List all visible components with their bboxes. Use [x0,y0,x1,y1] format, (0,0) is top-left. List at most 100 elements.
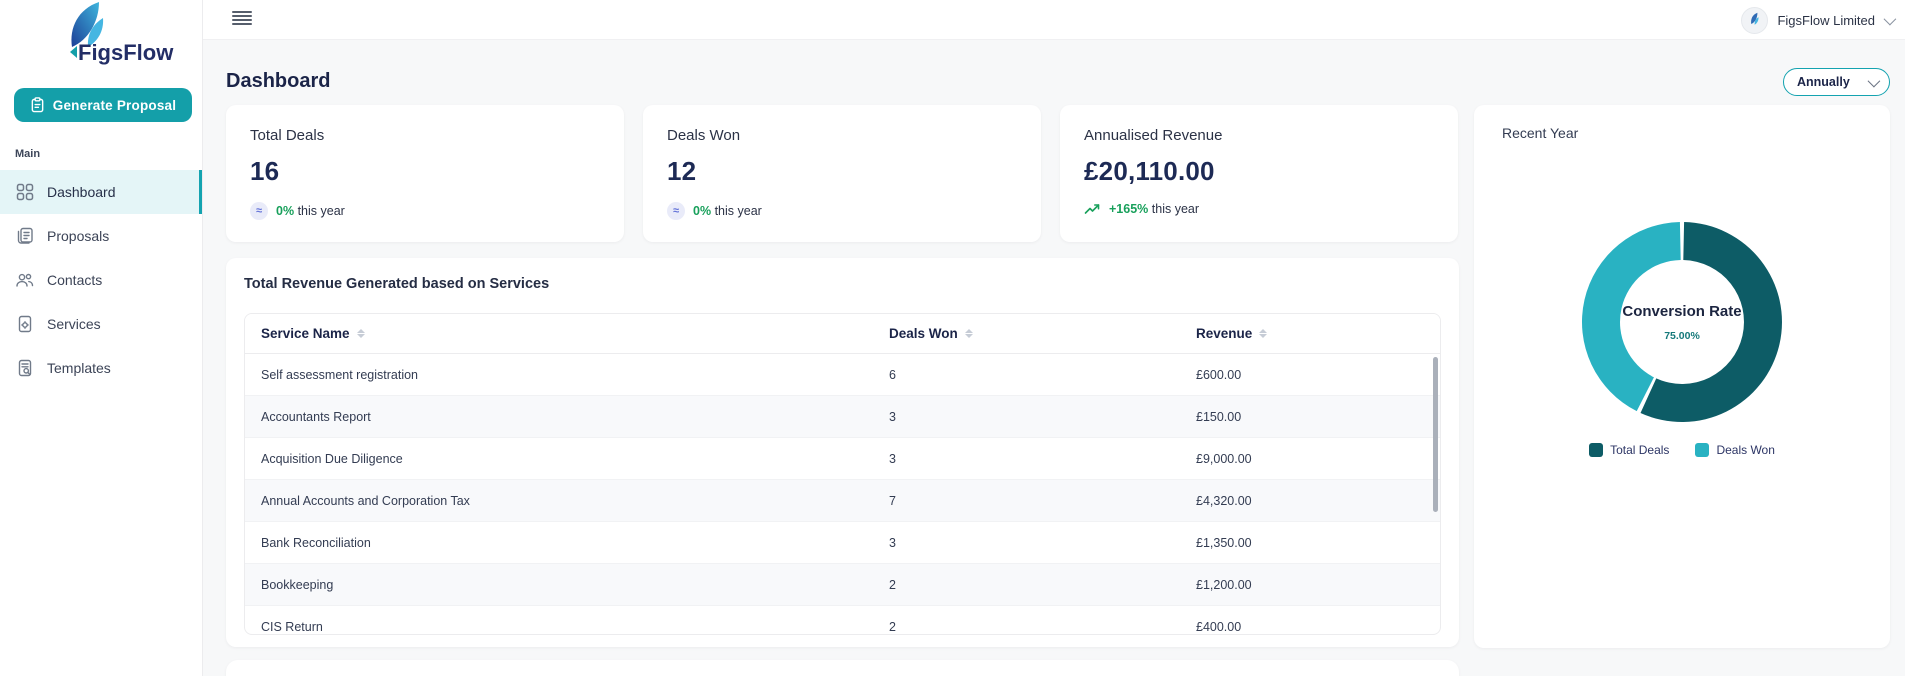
sidebar-item-label: Dashboard [47,184,116,200]
people-icon [15,271,34,290]
services-table-title: Total Revenue Generated based on Service… [244,276,550,292]
column-label: Revenue [1196,326,1253,341]
deals-won-cell: 6 [889,367,896,382]
services-table-body: Self assessment registration 6 £600.00 Acco… [245,354,1440,634]
revenue-cell: £1,350.00 [1196,535,1252,550]
stat-card-value: £20,110.00 [1084,156,1215,186]
deals-won-cell: 2 [889,577,896,592]
stat-card-change: ≈0% this year [250,202,600,220]
deals-won-cell: 3 [889,535,896,550]
column-header-revenue[interactable]: Revenue [1180,326,1440,341]
column-header-service-name[interactable]: Service Name [245,326,873,341]
change-percent: 0% [276,204,295,218]
sidebar-item-contacts[interactable]: Contacts [0,258,202,302]
service-name-cell: Accountants Report [261,409,371,424]
sidebar-item-dashboard[interactable]: Dashboard [0,170,202,214]
figsflow-logo: FigsFlow [36,0,186,74]
revenue-cell: £9,000.00 [1196,451,1252,466]
recent-year-title: Recent Year [1502,125,1579,141]
deals-won-cell: 2 [889,619,896,634]
table-row: Bank Reconciliation 3 £1,350.00 [245,522,1440,564]
services-table: Service Name Deals Won Revenue Self assess… [244,313,1441,635]
chart-legend: Total Deals Deals Won [1474,443,1890,457]
service-name-cell: Annual Accounts and Corporation Tax [261,493,470,508]
column-label: Service Name [261,326,350,341]
sidebar-item-label: Templates [47,360,111,376]
table-row: Annual Accounts and Corporation Tax 7 £4,3… [245,480,1440,522]
stat-card-value: 16 [250,156,280,186]
stat-card-change: ≈0% this year [667,202,1017,220]
table-scrollbar[interactable] [1433,357,1438,512]
trend-flat-icon: ≈ [667,202,685,220]
sidebar: FigsFlow Generate Proposal Main Dashboar… [0,0,203,676]
change-suffix: this year [714,204,762,218]
table-row: Accountants Report 3 £150.00 [245,396,1440,438]
period-filter-value: Annually [1797,75,1850,89]
services-table-header: Service Name Deals Won Revenue [245,314,1440,354]
change-suffix: this year [1151,202,1200,216]
legend-swatch [1695,443,1710,457]
donut-chart-svg[interactable] [1580,220,1784,424]
sort-icon[interactable] [964,329,973,338]
change-percent: +165% [1109,202,1149,216]
sort-icon[interactable] [1259,329,1268,338]
table-row: Acquisition Due Diligence 3 £9,000.00 [245,438,1440,480]
sort-icon[interactable] [356,329,365,338]
sidebar-item-services[interactable]: Services [0,302,202,346]
stat-card-title: Total Deals [250,127,325,144]
stat-card-deals-won: Deals Won 12 ≈0% this year [643,105,1041,242]
chevron-down-icon [1883,12,1897,25]
conversion-donut-chart: Conversion Rate 75.00% [1580,220,1784,424]
company-menu-label: FigsFlow Limited [1777,12,1875,28]
service-name-cell: Self assessment registration [261,367,419,382]
service-name-cell: Bank Reconciliation [261,535,371,550]
sidebar-item-proposals[interactable]: Proposals [0,214,202,258]
proposal-document-icon [15,227,34,246]
company-avatar [1741,6,1769,34]
page-title: Dashboard [226,70,331,92]
next-section-card-peek [226,660,1459,676]
sidebar-nav: Dashboard Proposals Contacts Services Templa… [0,170,202,390]
account-menu[interactable]: FigsFlow Limited [1741,3,1897,37]
deals-won-cell: 7 [889,493,896,508]
template-search-icon [15,359,34,378]
topbar: FigsFlow Limited [203,0,1905,40]
sidebar-item-label: Services [47,316,101,332]
column-label: Deals Won [889,326,958,341]
revenue-cell: £4,320.00 [1196,493,1252,508]
legend-item-deals-won[interactable]: Deals Won [1695,443,1775,457]
service-name-cell: CIS Return [261,619,323,634]
svg-text:FigsFlow: FigsFlow [78,40,174,65]
services-revenue-card: Total Revenue Generated based on Service… [226,258,1459,647]
period-filter-select[interactable]: Annually [1783,68,1890,96]
hamburger-menu-icon[interactable] [232,9,252,27]
table-row: Self assessment registration 6 £600.00 [245,354,1440,396]
stat-card-title: Annualised Revenue [1084,127,1223,144]
trend-flat-icon: ≈ [250,202,268,220]
stat-card-title: Deals Won [667,127,741,144]
stat-card-value: 12 [667,156,697,186]
column-header-deals-won[interactable]: Deals Won [873,326,1180,341]
generate-proposal-label: Generate Proposal [52,97,177,113]
change-percent: 0% [693,204,712,218]
legend-item-total-deals[interactable]: Total Deals [1589,443,1669,457]
deals-won-cell: 3 [889,409,896,424]
generate-proposal-button[interactable]: Generate Proposal [14,88,192,122]
sidebar-item-templates[interactable]: Templates [0,346,202,390]
chevron-down-icon [1867,74,1881,87]
stat-card-change: +165% this year [1084,202,1434,216]
stat-card-total-deals: Total Deals 16 ≈0% this year [226,105,624,242]
clipboard-icon [30,97,45,113]
service-name-cell: Acquisition Due Diligence [261,451,403,466]
legend-label: Deals Won [1716,443,1775,457]
change-suffix: this year [297,204,345,218]
legend-swatch [1589,443,1604,457]
deals-won-cell: 3 [889,451,896,466]
table-row: CIS Return 2 £400.00 [245,606,1440,634]
sidebar-item-label: Proposals [47,228,110,244]
legend-label: Total Deals [1610,443,1670,457]
stat-card-annualised-revenue: Annualised Revenue £20,110.00 +165% this y… [1060,105,1458,242]
service-document-icon [15,315,34,334]
figsflow-logo-icon: FigsFlow [70,2,174,65]
revenue-cell: £150.00 [1196,409,1242,424]
